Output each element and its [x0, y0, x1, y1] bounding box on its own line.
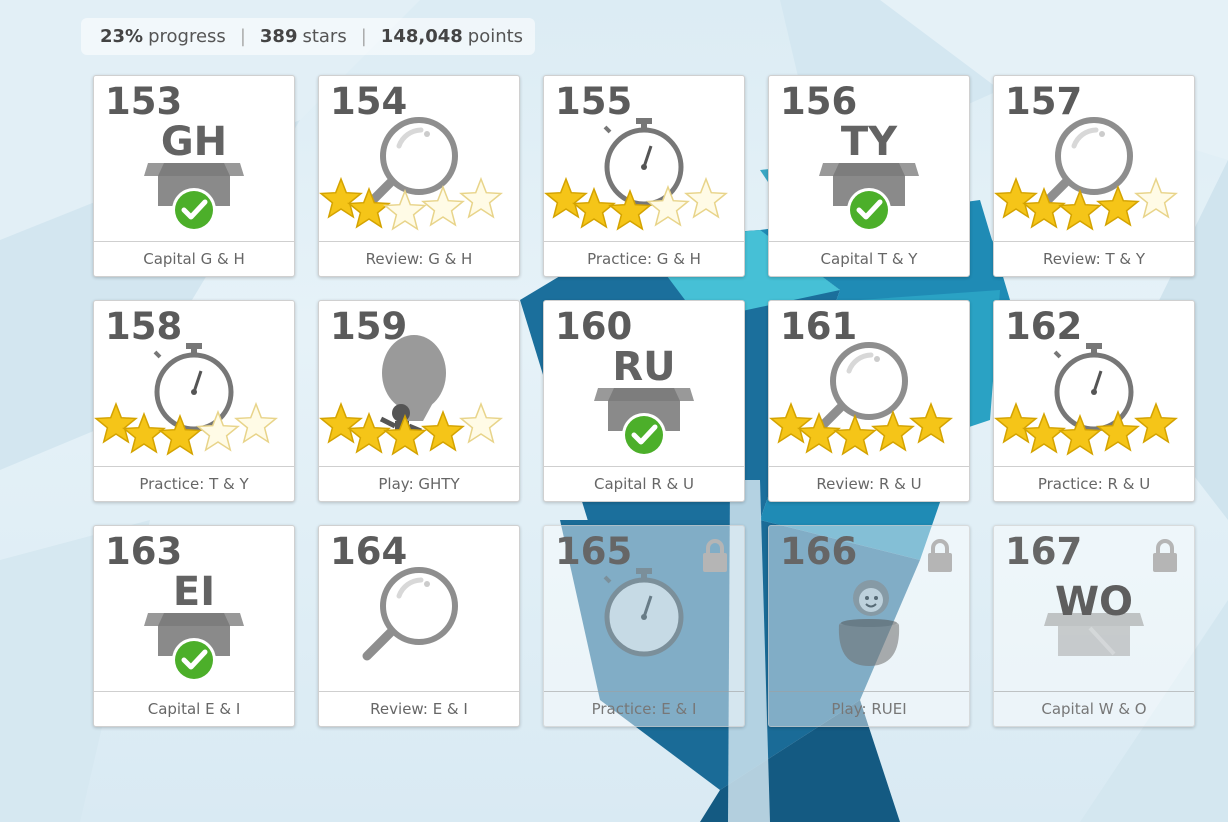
star-filled-icon	[769, 401, 813, 444]
lesson-tile[interactable]: 162 Practice: R & U	[993, 300, 1195, 502]
star-filled-icon	[544, 176, 588, 219]
star-filled-icon	[319, 401, 363, 444]
lesson-number: 161	[780, 305, 858, 348]
lesson-number: 157	[1005, 80, 1083, 123]
progress-stats-bar: 23% progress | 389 stars | 148,048 point…	[81, 18, 536, 55]
lesson-tile[interactable]: 167 WO Capital W & O	[993, 525, 1195, 727]
star-filled-icon	[319, 176, 363, 219]
bird-pot-icon	[838, 580, 900, 666]
lesson-number: 159	[330, 305, 408, 348]
star-filled-icon	[421, 409, 465, 452]
check-icon	[622, 413, 666, 457]
lesson-letters: RU	[612, 344, 676, 390]
lesson-title: Practice: G & H	[544, 241, 744, 276]
star-empty-icon	[383, 188, 427, 231]
stars-label: stars	[302, 26, 347, 47]
star-filled-icon	[94, 401, 138, 444]
lesson-title: Review: R & U	[769, 466, 969, 501]
check-icon	[172, 188, 216, 232]
lesson-letters: EI	[172, 569, 216, 615]
star-empty-icon	[459, 176, 503, 219]
lesson-number: 154	[330, 80, 408, 123]
star-filled-icon	[833, 413, 877, 456]
check-icon	[847, 188, 891, 232]
lesson-number: 165	[555, 530, 633, 573]
lesson-tile[interactable]: 160 RU Capital R & U	[543, 300, 745, 502]
lesson-number: 160	[555, 305, 633, 348]
lesson-number: 166	[780, 530, 858, 573]
lesson-tile[interactable]: 159 Play: GHTY	[318, 300, 520, 502]
lesson-title: Play: GHTY	[319, 466, 519, 501]
star-filled-icon	[1134, 401, 1178, 444]
lesson-tile[interactable]: 154 Review: G & H	[318, 75, 520, 277]
star-filled-icon	[1058, 188, 1102, 231]
lesson-title: Capital W & O	[994, 691, 1194, 726]
progress-label: progress	[148, 26, 226, 47]
lesson-number: 162	[1005, 305, 1083, 348]
lesson-tile[interactable]: 163 EI Capital E & I	[93, 525, 295, 727]
lesson-tile[interactable]: 156 TY Capital T & Y	[768, 75, 970, 277]
lesson-title: Practice: R & U	[994, 466, 1194, 501]
lesson-title: Play: RUEI	[769, 691, 969, 726]
lesson-number: 158	[105, 305, 183, 348]
lesson-letters: WO	[1054, 579, 1134, 625]
lesson-title: Capital T & Y	[769, 241, 969, 276]
lesson-title: Capital R & U	[544, 466, 744, 501]
lesson-letters: GH	[160, 119, 228, 165]
lesson-tile[interactable]: 164 Review: E & I	[318, 525, 520, 727]
progress-value: 23%	[100, 26, 144, 47]
lesson-title: Review: G & H	[319, 241, 519, 276]
star-empty-icon	[459, 401, 503, 444]
stopwatch-icon	[603, 568, 684, 657]
lesson-number: 164	[330, 530, 408, 573]
points-label: points	[467, 26, 524, 47]
star-filled-icon	[994, 176, 1038, 219]
lesson-number: 163	[105, 530, 183, 573]
lesson-title: Practice: E & I	[544, 691, 744, 726]
check-icon	[172, 638, 216, 682]
stars-value: 389	[259, 26, 298, 47]
star-empty-icon	[234, 401, 278, 444]
lesson-number: 153	[105, 80, 183, 123]
balloon-ninja-icon	[379, 335, 446, 439]
lesson-title: Review: T & Y	[994, 241, 1194, 276]
lesson-title: Capital E & I	[94, 691, 294, 726]
lesson-tile[interactable]: 157 Review: T & Y	[993, 75, 1195, 277]
lesson-tile[interactable]: 153 GH Capital G & H	[93, 75, 295, 277]
lock-icon	[703, 539, 727, 572]
star-filled-icon	[909, 401, 953, 444]
lesson-tile[interactable]: 165 Practice: E & I	[543, 525, 745, 727]
lesson-number: 155	[555, 80, 633, 123]
star-empty-icon	[684, 176, 728, 219]
lock-icon	[928, 539, 952, 572]
stats-divider: |	[360, 26, 367, 47]
lesson-number: 167	[1005, 530, 1083, 573]
magnifier-icon	[362, 567, 458, 661]
lesson-letters: TY	[840, 119, 898, 165]
lesson-title: Review: E & I	[319, 691, 519, 726]
lesson-number: 156	[780, 80, 858, 123]
lesson-tile[interactable]: 158 Practice: T & Y	[93, 300, 295, 502]
lesson-title: Capital G & H	[94, 241, 294, 276]
lock-icon	[1153, 539, 1177, 572]
lesson-tile[interactable]: 161 Review: R & U	[768, 300, 970, 502]
lesson-tile[interactable]: 166 Play: RUEI	[768, 525, 970, 727]
stats-divider: |	[239, 26, 246, 47]
star-empty-icon	[1134, 176, 1178, 219]
star-filled-icon	[994, 401, 1038, 444]
points-value: 148,048	[380, 26, 463, 47]
lesson-title: Practice: T & Y	[94, 466, 294, 501]
lesson-tile[interactable]: 155 Practice: G & H	[543, 75, 745, 277]
